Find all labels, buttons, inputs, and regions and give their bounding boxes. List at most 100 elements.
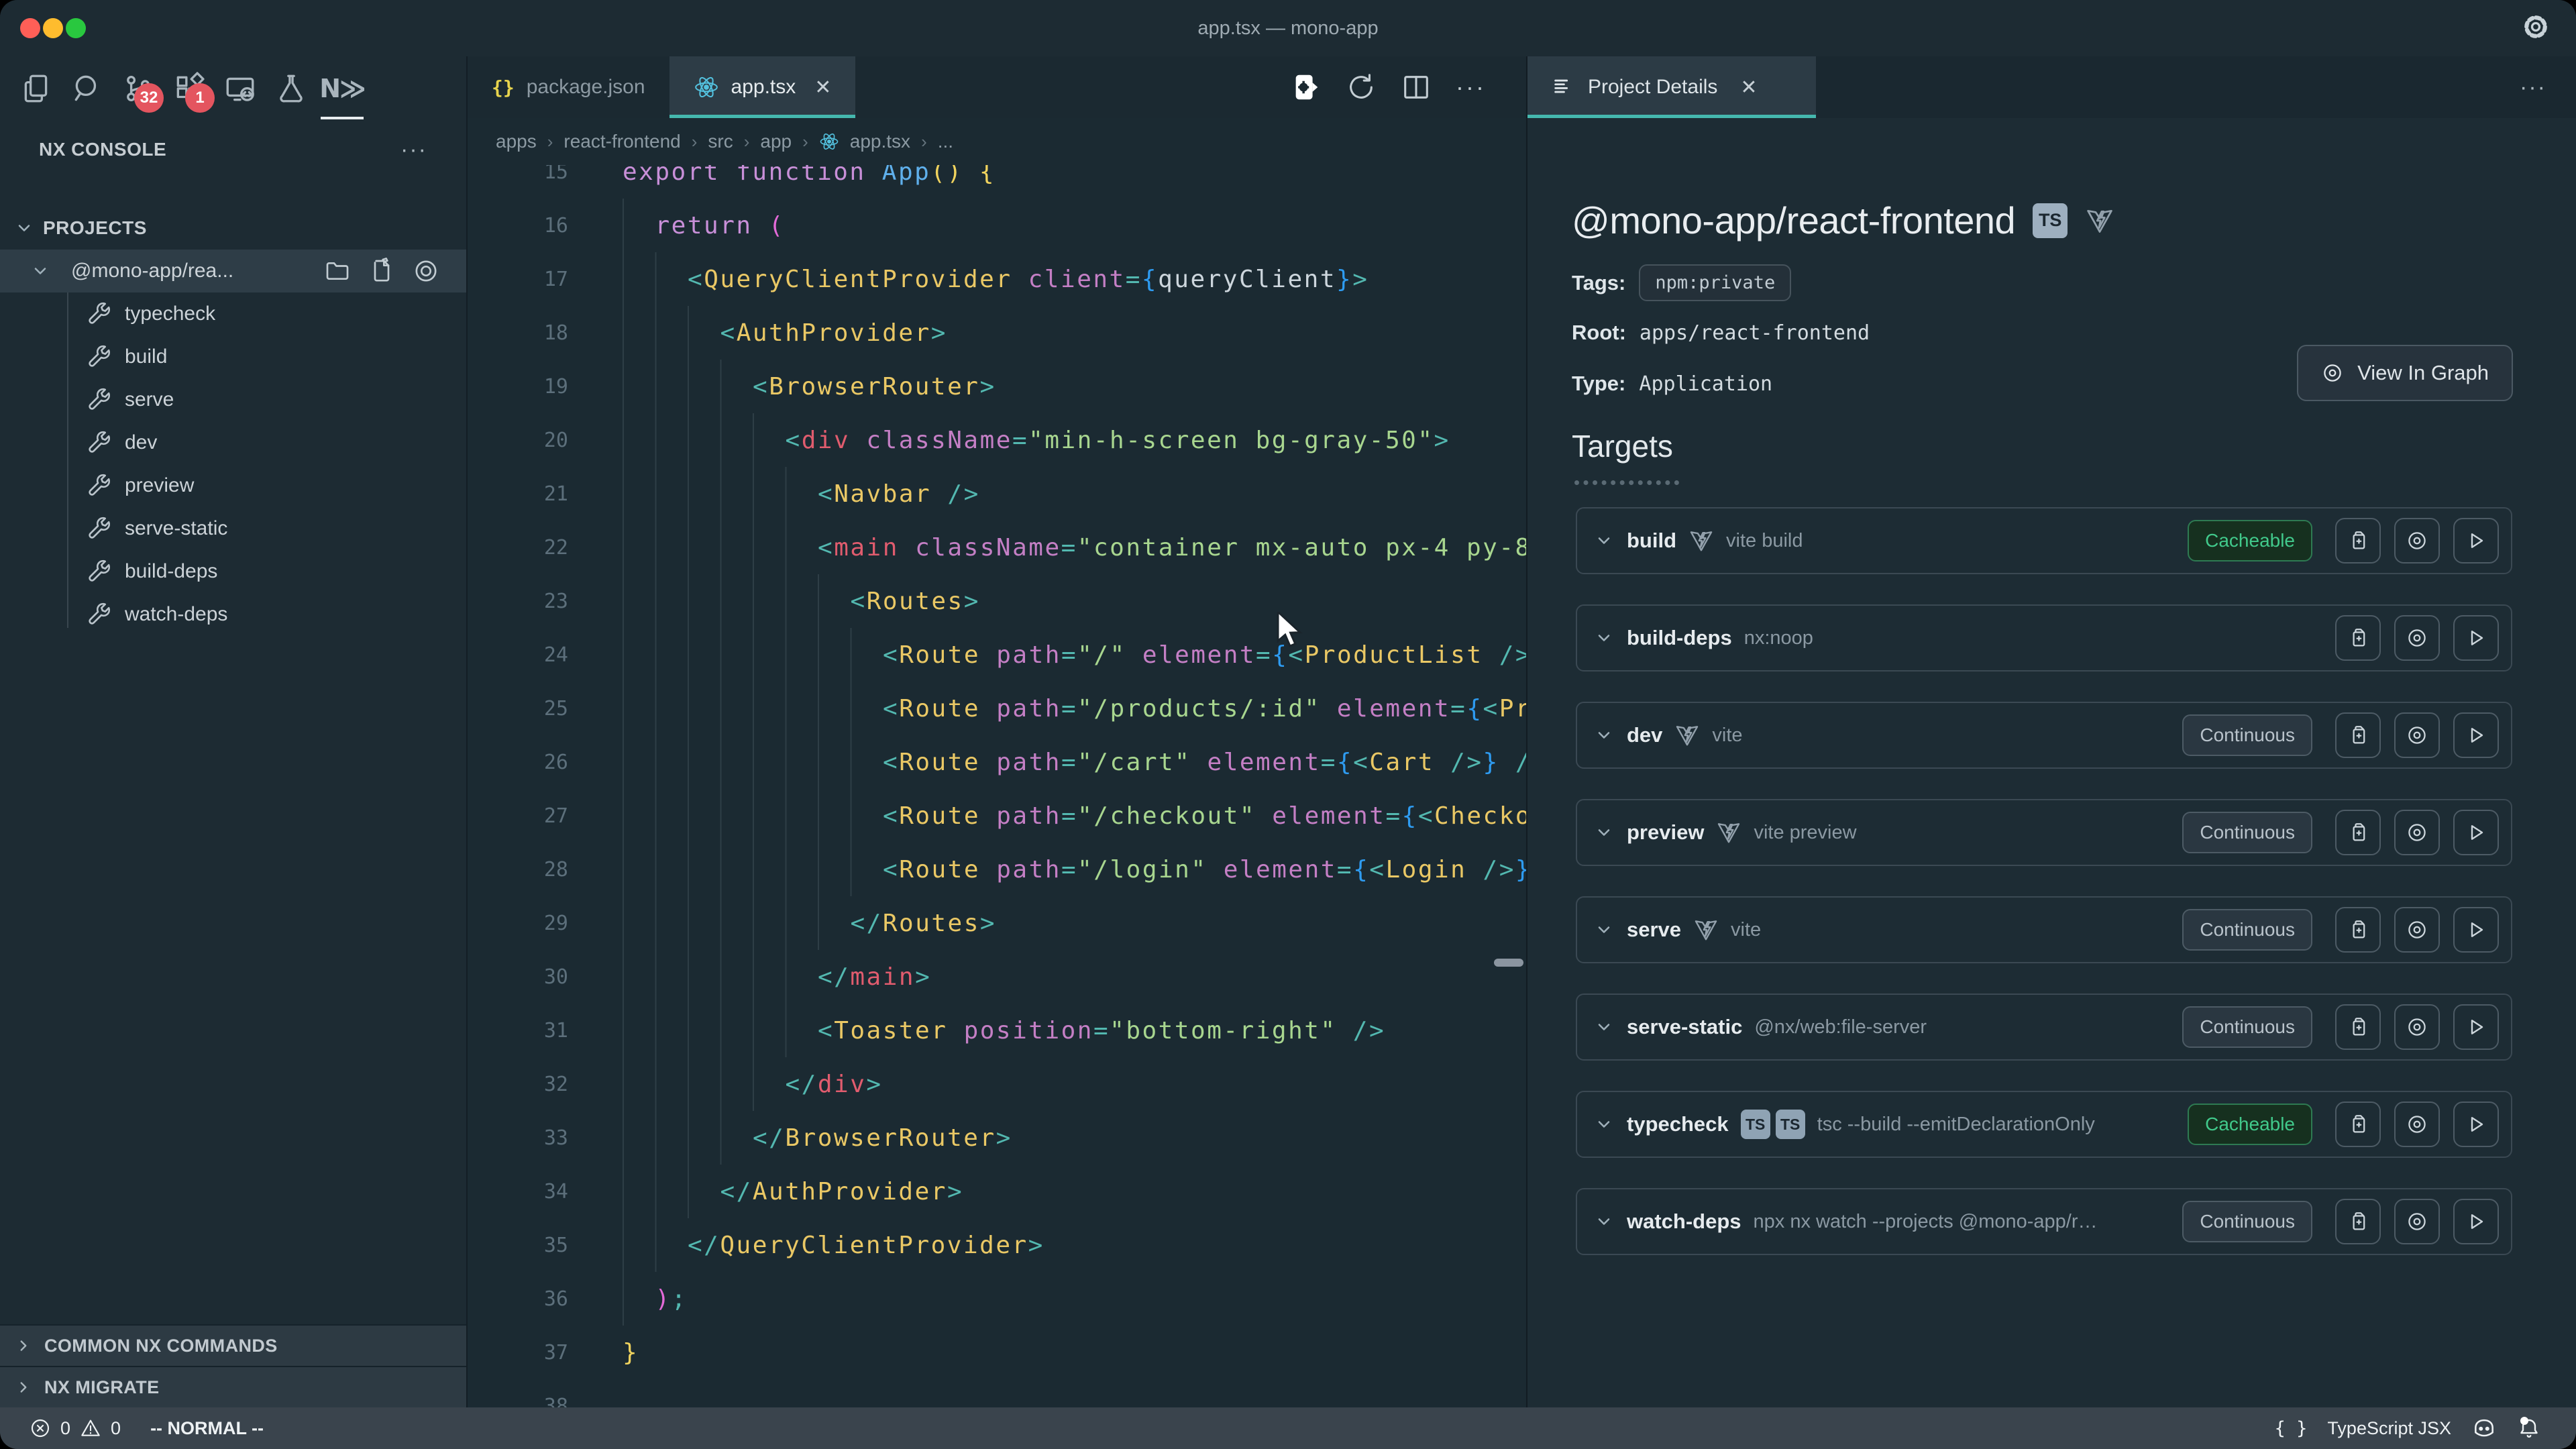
code-line-31[interactable]: 31<Toaster position="bottom-right" /> <box>468 1004 1526 1057</box>
breadcrumb-item[interactable]: apps <box>496 131 537 152</box>
code-line-30[interactable]: 30</main> <box>468 950 1526 1004</box>
play-button[interactable] <box>2453 518 2499 564</box>
play-button[interactable] <box>2453 1004 2499 1050</box>
scrollbar-cursor-marker[interactable] <box>1494 959 1523 967</box>
nx-run-icon[interactable] <box>1291 72 1322 103</box>
target-card-typecheck[interactable]: typecheckTSTStsc --build --emitDeclarati… <box>1576 1091 2512 1158</box>
code-line-17[interactable]: 17<QueryClientProvider client={queryClie… <box>468 252 1526 306</box>
eye-target-button[interactable] <box>2394 907 2440 953</box>
code-line-20[interactable]: 20<div className="min-h-screen bg-gray-5… <box>468 413 1526 467</box>
chevron-down-icon[interactable] <box>1595 1212 1613 1231</box>
play-button[interactable] <box>2453 907 2499 953</box>
code-line-28[interactable]: 28<Route path="/login" element={<Login /… <box>468 843 1526 896</box>
code-line-24[interactable]: 24<Route path="/" element={<ProductList … <box>468 628 1526 682</box>
tab-project-details[interactable]: Project Details ✕ <box>1527 56 1816 118</box>
close-tab-icon[interactable]: ✕ <box>814 76 831 99</box>
breadcrumb-item[interactable]: app.tsx <box>850 131 910 152</box>
code-line-22[interactable]: 22<main className="container mx-auto px-… <box>468 521 1526 574</box>
copy-button[interactable] <box>2335 518 2381 564</box>
code-line-18[interactable]: 18<AuthProvider> <box>468 306 1526 360</box>
close-panel-tab-icon[interactable]: ✕ <box>1740 76 1757 99</box>
code-line-26[interactable]: 26<Route path="/cart" element={<Cart />}… <box>468 735 1526 789</box>
target-card-watch-deps[interactable]: watch-depsnpx nx watch --projects @mono-… <box>1576 1188 2512 1255</box>
split-editor-icon[interactable] <box>1401 72 1432 103</box>
tab-package-json[interactable]: {} package.json <box>468 56 669 118</box>
tree-item-target-typecheck[interactable]: typecheck <box>0 292 466 335</box>
folder-icon[interactable] <box>324 258 351 284</box>
target-card-build[interactable]: buildvite buildCacheable <box>1576 507 2512 574</box>
tree-item-target-build[interactable]: build <box>0 335 466 378</box>
tab-app-tsx[interactable]: app.tsx ✕ <box>669 56 856 118</box>
breadcrumb-item[interactable]: app <box>760 131 792 152</box>
activity-item-testing[interactable] <box>274 63 309 114</box>
settings-gear-icon[interactable] <box>2521 12 2551 42</box>
view-in-graph-button[interactable]: View In Graph <box>2297 345 2513 401</box>
sidebar-more-actions[interactable]: ··· <box>400 137 427 163</box>
breadcrumb-item[interactable]: src <box>708 131 733 152</box>
code-line-25[interactable]: 25<Route path="/products/:id" element={<… <box>468 682 1526 735</box>
target-card-build-deps[interactable]: build-depsnx:noop <box>1576 604 2512 672</box>
tree-item-target-watch-deps[interactable]: watch-deps <box>0 593 466 636</box>
activity-item-source-control[interactable]: 32 <box>121 63 156 114</box>
play-button[interactable] <box>2453 810 2499 855</box>
chevron-down-icon[interactable] <box>1595 1018 1613 1036</box>
play-button[interactable] <box>2453 615 2499 661</box>
panel-more-actions[interactable]: ··· <box>2520 56 2546 118</box>
breadcrumb-item[interactable]: ... <box>938 131 953 152</box>
target-card-dev[interactable]: devviteContinuous <box>1576 702 2512 769</box>
copy-button[interactable] <box>2335 1004 2381 1050</box>
target-icon[interactable] <box>413 258 439 284</box>
code-line-27[interactable]: 27<Route path="/checkout" element={<Chec… <box>468 789 1526 843</box>
copilot-icon[interactable] <box>2471 1415 2497 1441</box>
chevron-down-icon[interactable] <box>1595 920 1613 939</box>
code-line-35[interactable]: 35</QueryClientProvider> <box>468 1218 1526 1272</box>
code-line-36[interactable]: 36); <box>468 1272 1526 1326</box>
code-line-33[interactable]: 33</BrowserRouter> <box>468 1111 1526 1165</box>
refresh-icon[interactable] <box>1346 72 1377 103</box>
code-editor[interactable]: 15export function App() {16return (17<Qu… <box>468 165 1526 1407</box>
copy-button[interactable] <box>2335 907 2381 953</box>
chevron-down-icon[interactable] <box>1595 726 1613 745</box>
tree-item-target-build-deps[interactable]: build-deps <box>0 550 466 593</box>
code-line-21[interactable]: 21<Navbar /> <box>468 467 1526 521</box>
target-card-preview[interactable]: previewvite previewContinuous <box>1576 799 2512 866</box>
file-icon[interactable] <box>368 258 395 284</box>
copy-button[interactable] <box>2335 615 2381 661</box>
chevron-down-icon[interactable] <box>1595 629 1613 647</box>
tree-item-target-preview[interactable]: preview <box>0 464 466 507</box>
activity-item-files[interactable] <box>19 63 54 114</box>
copy-button[interactable] <box>2335 1199 2381 1244</box>
code-line-16[interactable]: 16return ( <box>468 199 1526 252</box>
tree-item-target-dev[interactable]: dev <box>0 421 466 464</box>
eye-target-button[interactable] <box>2394 1102 2440 1147</box>
language-mode[interactable]: TypeScript JSX <box>2327 1418 2451 1439</box>
activity-item-nx-console[interactable]: N≫ <box>325 63 360 114</box>
activity-item-search[interactable] <box>70 63 105 114</box>
activity-item-remote-explorer[interactable] <box>223 63 258 114</box>
bell-notification-icon[interactable] <box>2517 1416 2541 1440</box>
target-card-serve[interactable]: serveviteContinuous <box>1576 896 2512 963</box>
code-line-29[interactable]: 29</Routes> <box>468 896 1526 950</box>
tree-item-project[interactable]: @mono-app/rea... <box>0 250 466 292</box>
more-actions-icon[interactable]: ··· <box>1456 73 1486 101</box>
eye-target-button[interactable] <box>2394 615 2440 661</box>
code-line-19[interactable]: 19<BrowserRouter> <box>468 360 1526 413</box>
play-button[interactable] <box>2453 1102 2499 1147</box>
play-button[interactable] <box>2453 1199 2499 1244</box>
chevron-down-icon[interactable] <box>1595 823 1613 842</box>
activity-item-extensions[interactable]: 1 <box>172 63 207 114</box>
eye-target-button[interactable] <box>2394 810 2440 855</box>
chevron-down-icon[interactable] <box>1595 1115 1613 1134</box>
breadcrumb-item[interactable]: react-frontend <box>564 131 680 152</box>
code-line-37[interactable]: 37} <box>468 1326 1526 1379</box>
code-line-15[interactable]: 15export function App() { <box>468 165 1526 199</box>
eye-target-button[interactable] <box>2394 712 2440 758</box>
eye-target-button[interactable] <box>2394 1004 2440 1050</box>
copy-button[interactable] <box>2335 1102 2381 1147</box>
tree-item-target-serve-static[interactable]: serve-static <box>0 507 466 550</box>
code-line-23[interactable]: 23<Routes> <box>468 574 1526 628</box>
copy-button[interactable] <box>2335 712 2381 758</box>
code-line-34[interactable]: 34</AuthProvider> <box>468 1165 1526 1218</box>
target-card-serve-static[interactable]: serve-static@nx/web:file-serverContinuou… <box>1576 994 2512 1061</box>
sidebar-section-common-nx-commands[interactable]: COMMON NX COMMANDS <box>0 1324 466 1366</box>
